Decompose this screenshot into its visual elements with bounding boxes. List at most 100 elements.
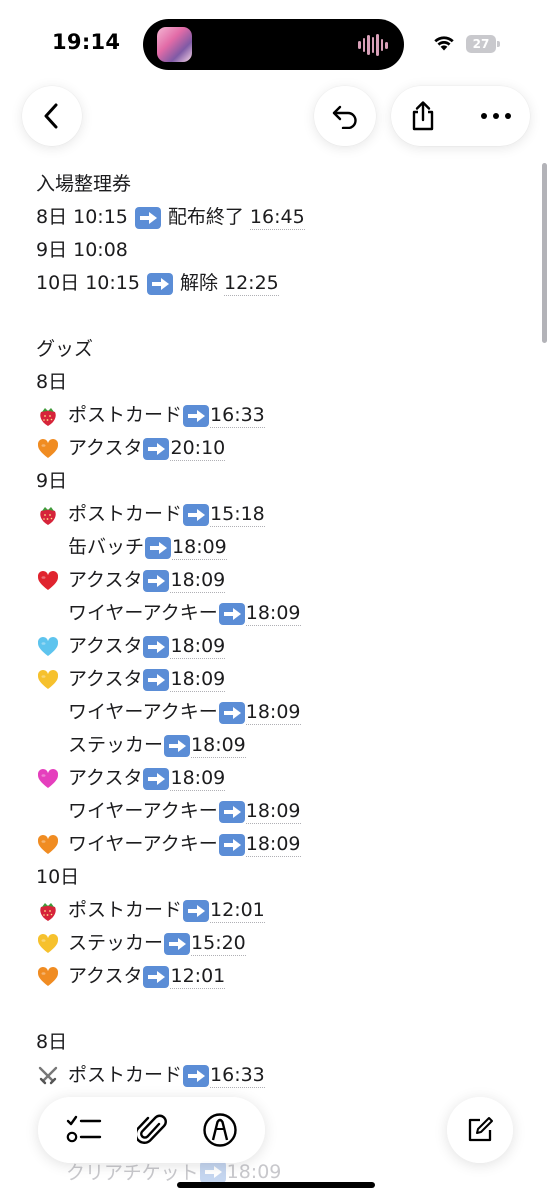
arrow-right-icon xyxy=(143,569,170,592)
arrow-right-icon xyxy=(143,767,170,790)
note-body[interactable]: 入場整理券 8日 10:15 配布終了 16:45 9日 10:08 10日 10:15 解… xyxy=(36,168,536,1092)
item-label: アクスタ xyxy=(68,635,143,657)
line-suffix: 配布終了 xyxy=(167,206,244,228)
yellow-heart-icon xyxy=(37,933,59,953)
goods-item: 缶バッチ 18:09 xyxy=(36,531,536,564)
checklist-button[interactable] xyxy=(66,1114,102,1146)
arrow-right-icon xyxy=(183,1064,210,1087)
pen-markup-icon xyxy=(202,1113,237,1147)
item-label: アクスタ xyxy=(68,965,143,987)
note-line: 9日 xyxy=(36,465,536,498)
goods-item: アクスタ 18:09 xyxy=(36,762,536,795)
item-label: ポストカード xyxy=(68,899,183,921)
note-line: 8日 xyxy=(36,1026,536,1059)
arrow-right-icon xyxy=(218,800,245,823)
line-text: 8日 xyxy=(36,371,68,393)
item-time: 18:09 xyxy=(245,701,301,725)
strawberry-icon xyxy=(40,902,56,921)
goods-item: ステッカー 15:20 xyxy=(36,927,536,960)
attachment-button[interactable] xyxy=(136,1112,167,1148)
line-prefix: 8日 10:15 xyxy=(36,206,128,228)
arrow-right-icon xyxy=(164,932,191,955)
note-line: グッズ xyxy=(36,333,536,366)
home-indicator[interactable] xyxy=(177,1182,375,1188)
arrow-right-icon xyxy=(183,404,210,427)
item-label: ワイヤーアクキー xyxy=(68,602,218,624)
orange-heart-icon xyxy=(37,834,59,854)
paperclip-icon xyxy=(136,1114,167,1144)
back-button[interactable] xyxy=(22,86,82,146)
goods-item: ポストカード 16:33 xyxy=(36,1059,536,1092)
goods-item: ワイヤーアクキー 18:09 xyxy=(36,795,536,828)
compose-button[interactable] xyxy=(447,1097,513,1163)
item-label: ステッカー xyxy=(68,932,164,954)
wifi-icon xyxy=(434,36,454,51)
item-time: 18:09 xyxy=(170,635,226,659)
more-button[interactable] xyxy=(480,112,512,120)
item-label: アクスタ xyxy=(68,668,143,690)
item-time: 18:09 xyxy=(172,536,227,560)
item-time: 20:10 xyxy=(170,437,226,461)
item-time: 18:09 xyxy=(170,668,226,692)
goods-item: アクスタ 20:10 xyxy=(36,432,536,465)
share-button[interactable] xyxy=(409,100,437,132)
line-text: 10日 xyxy=(36,866,80,888)
arrow-right-icon xyxy=(183,503,210,526)
bottom-toolbar xyxy=(38,1097,265,1163)
goods-item: ワイヤーアクキー 18:09 xyxy=(36,696,536,729)
share-icon xyxy=(412,101,434,131)
goods-item: ワイヤーアクキー 18:09 xyxy=(36,828,536,861)
line-text: 入場整理券 xyxy=(36,173,132,195)
line-suffix: 解除 xyxy=(179,272,218,294)
item-time: 18:09 xyxy=(226,1160,282,1183)
ticket-line: 10日 10:15 解除 12:25 xyxy=(36,267,536,300)
item-label: ポストカード xyxy=(68,404,183,426)
item-time: 12:01 xyxy=(210,899,265,923)
status-time: 19:14 xyxy=(52,30,121,54)
chevron-left-icon xyxy=(44,103,58,129)
goods-item: アクスタ 18:09 xyxy=(36,663,536,696)
line-prefix: 10日 10:15 xyxy=(36,272,140,294)
arrow-right-icon xyxy=(143,635,170,658)
note-line: 8日 xyxy=(36,366,536,399)
line-time: 12:25 xyxy=(224,272,279,296)
battery-icon: 27 xyxy=(466,35,496,53)
line-text: 9日 xyxy=(36,470,68,492)
goods-item: ポストカード 16:33 xyxy=(36,399,536,432)
goods-item: ワイヤーアクキー 18:09 xyxy=(36,597,536,630)
checklist-icon xyxy=(66,1115,101,1143)
dynamic-island[interactable] xyxy=(143,19,404,70)
undo-button[interactable] xyxy=(314,86,376,146)
item-time: 12:01 xyxy=(170,965,226,989)
arrow-right-icon xyxy=(145,536,172,559)
note-actions-group xyxy=(391,86,530,146)
item-label: ワイヤーアクキー xyxy=(68,800,218,822)
compose-icon xyxy=(468,1117,493,1142)
item-label: ステッカー xyxy=(68,734,164,756)
pink-heart-icon xyxy=(37,768,59,788)
arrow-right-icon xyxy=(164,734,191,757)
markup-button[interactable] xyxy=(202,1112,238,1148)
item-label: ワイヤーアクキー xyxy=(68,701,218,723)
blue-heart-icon xyxy=(37,636,59,656)
arrow-right-icon xyxy=(134,206,161,229)
arrow-right-icon xyxy=(199,1160,226,1183)
note-line: 入場整理券 xyxy=(36,168,536,201)
item-time: 18:09 xyxy=(245,602,301,626)
goods-item: ステッカー 18:09 xyxy=(36,729,536,762)
item-time: 15:20 xyxy=(191,932,246,956)
item-time: 18:09 xyxy=(170,569,226,593)
arrow-right-icon xyxy=(218,833,245,856)
line-text: グッズ xyxy=(36,338,94,360)
line-time: 16:45 xyxy=(249,206,305,230)
item-time: 15:18 xyxy=(210,503,265,527)
item-label: ポストカード xyxy=(68,1064,183,1086)
item-label: ワイヤーアクキー xyxy=(68,833,218,855)
scroll-indicator[interactable] xyxy=(542,163,547,343)
item-time: 18:09 xyxy=(170,767,226,791)
battery-tip xyxy=(497,41,500,47)
line-text: 9日 10:08 xyxy=(36,239,128,261)
strawberry-icon xyxy=(40,407,56,426)
arrow-right-icon xyxy=(183,899,210,922)
